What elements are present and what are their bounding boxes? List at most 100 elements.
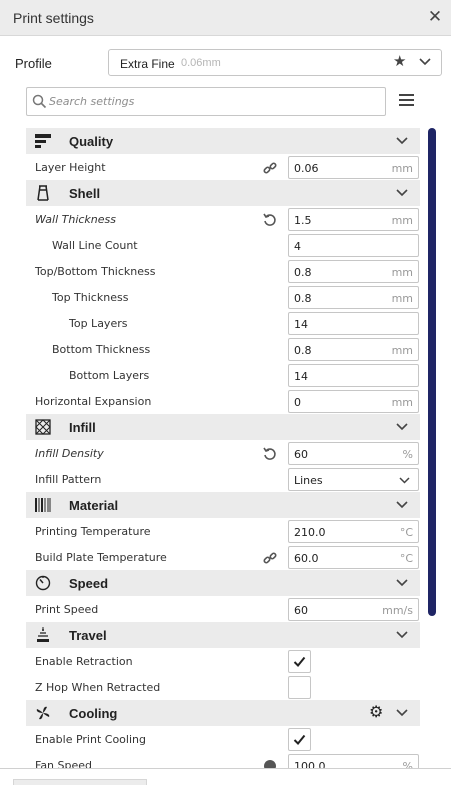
setting-bottom-thickness: Bottom Thickness 0.8 mm bbox=[26, 336, 420, 362]
info-icon[interactable] bbox=[263, 759, 277, 768]
setting-printing-temperature: Printing Temperature 210.0 °C bbox=[26, 518, 420, 544]
fan-speed-field[interactable]: 100.0 % bbox=[288, 754, 419, 768]
search-box[interactable] bbox=[26, 87, 386, 116]
setting-fan-speed: Fan Speed 100.0 % bbox=[26, 752, 420, 768]
printing-temperature-field[interactable]: 210.0 °C bbox=[288, 520, 419, 543]
setting-z-hop-when-retracted: Z Hop When Retracted bbox=[26, 674, 420, 700]
print-speed-field[interactable]: 60 mm/s bbox=[288, 598, 419, 621]
title-bar: Print settings ✕ bbox=[0, 0, 451, 36]
infill-icon bbox=[35, 419, 51, 435]
profile-label: Profile bbox=[15, 56, 52, 71]
bottom-tab[interactable] bbox=[13, 779, 147, 785]
field-value: 4 bbox=[294, 240, 301, 253]
setting-top-bottom-thickness: Top/Bottom Thickness 0.8 mm bbox=[26, 258, 420, 284]
enable-print-cooling-checkbox[interactable] bbox=[288, 728, 311, 751]
setting-label: Wall Line Count bbox=[52, 239, 138, 252]
setting-top-layers: Top Layers 14 bbox=[26, 310, 420, 336]
category-material[interactable]: Material bbox=[26, 492, 420, 518]
star-icon[interactable]: ★ bbox=[393, 52, 406, 70]
scrollbar-thumb[interactable] bbox=[428, 128, 436, 616]
setting-label: Top/Bottom Thickness bbox=[35, 265, 156, 278]
setting-label: Top Layers bbox=[69, 317, 128, 330]
reset-icon[interactable] bbox=[263, 447, 277, 461]
field-unit: mm bbox=[391, 162, 413, 175]
field-value: 60 bbox=[294, 604, 308, 617]
field-value: 14 bbox=[294, 370, 308, 383]
link-icon[interactable] bbox=[263, 551, 277, 565]
checkmark-icon bbox=[293, 656, 306, 667]
field-unit: % bbox=[402, 448, 413, 461]
chevron-down-icon bbox=[396, 501, 408, 509]
enable-retraction-checkbox[interactable] bbox=[288, 650, 311, 673]
field-unit: mm bbox=[391, 396, 413, 409]
category-title: Cooling bbox=[69, 706, 118, 721]
wall-line-count-field[interactable]: 4 bbox=[288, 234, 419, 257]
field-value: 0.8 bbox=[294, 292, 312, 305]
chevron-down-icon bbox=[419, 58, 431, 66]
category-infill[interactable]: Infill bbox=[26, 414, 420, 440]
category-title: Speed bbox=[69, 576, 109, 591]
chevron-down-icon bbox=[396, 631, 408, 639]
build-plate-temperature-field[interactable]: 60.0 °C bbox=[288, 546, 419, 569]
travel-icon bbox=[37, 627, 49, 642]
field-value: 60 bbox=[294, 448, 308, 461]
category-shell[interactable]: Shell bbox=[26, 180, 420, 206]
setting-bottom-layers: Bottom Layers 14 bbox=[26, 362, 420, 388]
bottom-thickness-field[interactable]: 0.8 mm bbox=[288, 338, 419, 361]
category-title: Travel bbox=[69, 628, 107, 643]
top-layers-field[interactable]: 14 bbox=[288, 312, 419, 335]
chevron-down-icon bbox=[399, 477, 410, 484]
setting-label: Bottom Layers bbox=[69, 369, 150, 382]
field-value: 0.8 bbox=[294, 266, 312, 279]
field-unit: mm bbox=[391, 292, 413, 305]
setting-label: Infill Density bbox=[35, 447, 104, 460]
field-value: 1.5 bbox=[294, 214, 312, 227]
bottom-layers-field[interactable]: 14 bbox=[288, 364, 419, 387]
reset-icon[interactable] bbox=[263, 213, 277, 227]
setting-label: Wall Thickness bbox=[35, 213, 116, 226]
top-thickness-field[interactable]: 0.8 mm bbox=[288, 286, 419, 309]
field-unit: % bbox=[402, 760, 413, 768]
field-unit: mm/s bbox=[382, 604, 413, 617]
gear-icon[interactable]: ⚙ bbox=[369, 705, 383, 721]
category-title: Quality bbox=[69, 134, 114, 149]
horizontal-expansion-field[interactable]: 0 mm bbox=[288, 390, 419, 413]
settings-list[interactable]: Quality Layer Height 0.06 mm Shell Wall … bbox=[26, 128, 420, 768]
setting-label: Enable Retraction bbox=[35, 655, 133, 668]
profile-detail: 0.06mm bbox=[181, 57, 221, 69]
settings-menu-button[interactable] bbox=[399, 94, 414, 109]
select-value: Lines bbox=[294, 474, 323, 487]
setting-label: Fan Speed bbox=[35, 759, 93, 768]
category-cooling[interactable]: Cooling ⚙ bbox=[26, 700, 420, 726]
link-icon[interactable] bbox=[263, 161, 277, 175]
setting-label: Layer Height bbox=[35, 161, 106, 174]
shell-icon bbox=[37, 185, 49, 201]
close-icon[interactable]: ✕ bbox=[425, 6, 445, 28]
top-bottom-thickness-field[interactable]: 0.8 mm bbox=[288, 260, 419, 283]
speed-icon bbox=[35, 575, 51, 591]
category-travel[interactable]: Travel bbox=[26, 622, 420, 648]
field-unit: °C bbox=[399, 526, 413, 539]
search-input[interactable] bbox=[49, 92, 369, 110]
setting-layer-height: Layer Height 0.06 mm bbox=[26, 154, 420, 180]
profile-select[interactable]: Extra Fine 0.06mm ★ bbox=[108, 49, 442, 76]
field-unit: mm bbox=[391, 266, 413, 279]
category-speed[interactable]: Speed bbox=[26, 570, 420, 596]
infill-pattern-select[interactable]: Lines bbox=[288, 468, 419, 491]
infill-density-field[interactable]: 60 % bbox=[288, 442, 419, 465]
divider bbox=[0, 768, 451, 769]
fan-icon bbox=[36, 706, 50, 720]
z-hop-checkbox[interactable] bbox=[288, 676, 311, 699]
layer-height-field[interactable]: 0.06 mm bbox=[288, 156, 419, 179]
wall-thickness-field[interactable]: 1.5 mm bbox=[288, 208, 419, 231]
setting-label: Top Thickness bbox=[52, 291, 129, 304]
category-quality[interactable]: Quality bbox=[26, 128, 420, 154]
setting-infill-density: Infill Density 60 % bbox=[26, 440, 420, 466]
setting-label: Z Hop When Retracted bbox=[35, 681, 161, 694]
setting-wall-thickness: Wall Thickness 1.5 mm bbox=[26, 206, 420, 232]
field-value: 100.0 bbox=[294, 760, 326, 768]
chevron-down-icon bbox=[396, 579, 408, 587]
chevron-down-icon bbox=[396, 423, 408, 431]
field-unit: mm bbox=[391, 344, 413, 357]
category-title: Shell bbox=[69, 186, 101, 201]
